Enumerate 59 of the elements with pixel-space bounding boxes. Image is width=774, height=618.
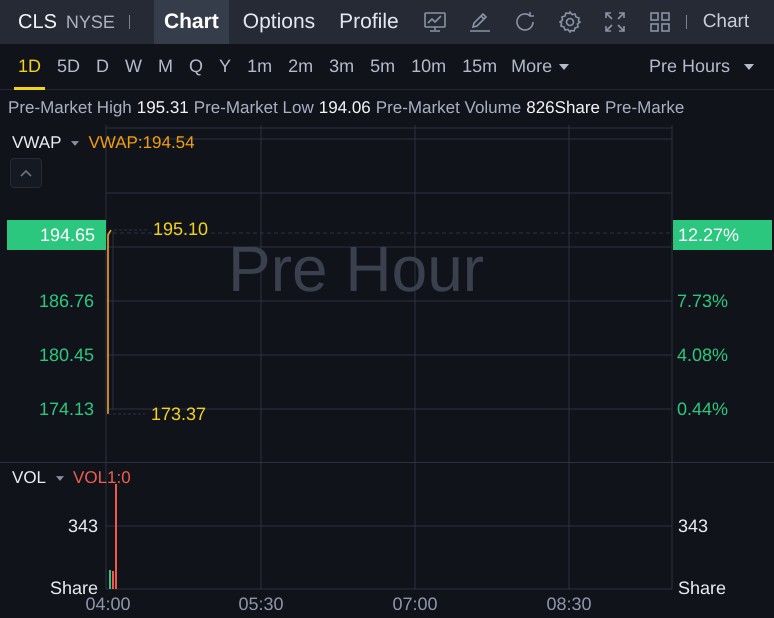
high-price-label: 195.10 <box>153 218 208 240</box>
price-axis-label: 174.13 <box>38 398 94 420</box>
tab[interactable]: Chart <box>154 0 229 44</box>
percent-axis-label: 4.08% <box>677 344 728 366</box>
current-price-tag: 194.65 <box>7 220 106 250</box>
percent-axis-label: 7.73% <box>677 290 728 312</box>
period-tab[interactable]: 15m <box>458 44 502 90</box>
period-tab[interactable]: 2m <box>284 44 318 90</box>
indicator-value: VWAP:194.54 <box>88 133 195 153</box>
collapse-button[interactable] <box>10 158 42 188</box>
period-tab[interactable]: 1m <box>243 44 276 90</box>
low-price-label: 173.37 <box>151 403 206 425</box>
chart-label[interactable]: Chart <box>702 11 750 33</box>
chart-monitor-icon[interactable] <box>422 10 447 34</box>
stat-label: Pre-Market Volume <box>376 98 522 118</box>
chevron-up-icon <box>20 169 32 177</box>
time-axis-label: 07:00 <box>391 593 439 615</box>
caret-icon[interactable] <box>71 140 80 146</box>
period-tab[interactable]: 5m <box>366 44 400 90</box>
stat-label: Pre-Market High <box>8 98 132 118</box>
period-tab[interactable]: D <box>92 44 114 90</box>
session-dropdown[interactable]: Pre Hours <box>648 56 754 77</box>
indicator-label[interactable]: VOL <box>12 468 46 488</box>
price-axis-label: 186.76 <box>38 290 94 312</box>
pencil-icon[interactable] <box>468 10 492 34</box>
period-tab[interactable]: Y <box>215 44 236 90</box>
stat-label: Pre-Market Low <box>194 98 314 118</box>
period-tab[interactable]: 3m <box>325 44 358 90</box>
period-tab[interactable]: Q <box>185 44 208 90</box>
fullscreen-icon[interactable] <box>602 10 627 34</box>
volume-unit-label: Share <box>678 577 726 599</box>
time-axis-label: 08:30 <box>545 593 593 615</box>
caret-icon <box>559 64 570 70</box>
caret-icon[interactable] <box>56 476 64 480</box>
period-tab[interactable]: W <box>121 44 146 90</box>
indicator-value: VOL1:0 <box>73 468 131 488</box>
settings-icon[interactable] <box>558 10 582 34</box>
more-dropdown[interactable]: More <box>511 56 570 77</box>
percent-axis-label: 0.44% <box>677 398 728 420</box>
grid-layout-icon[interactable] <box>648 10 672 34</box>
time-axis-label: 05:30 <box>237 593 285 615</box>
stat-value: 826Share <box>526 98 600 118</box>
period-tab[interactable]: 5D <box>53 44 84 90</box>
stat-value: 194.06 <box>318 98 371 118</box>
ticker-symbol: CLS <box>18 10 57 34</box>
period-tab[interactable]: 10m <box>407 44 450 90</box>
period-tab[interactable]: M <box>154 44 178 90</box>
indicator-label[interactable]: VWAP <box>12 133 62 153</box>
stat-value: 195.31 <box>136 98 189 118</box>
change-percent-tag: 12.27% <box>673 220 772 250</box>
price-axis-label: 180.45 <box>38 344 94 366</box>
stat-label: Pre-Marke <box>604 98 684 118</box>
tab[interactable]: Options <box>232 0 326 44</box>
volume-axis-label: 343 <box>68 515 98 537</box>
volume-axis-label: 343 <box>678 515 708 537</box>
period-tab[interactable]: 1D <box>14 44 46 90</box>
exchange-label: NYSE <box>66 12 115 32</box>
caret-icon <box>744 64 754 70</box>
tab[interactable]: Profile <box>329 0 409 44</box>
